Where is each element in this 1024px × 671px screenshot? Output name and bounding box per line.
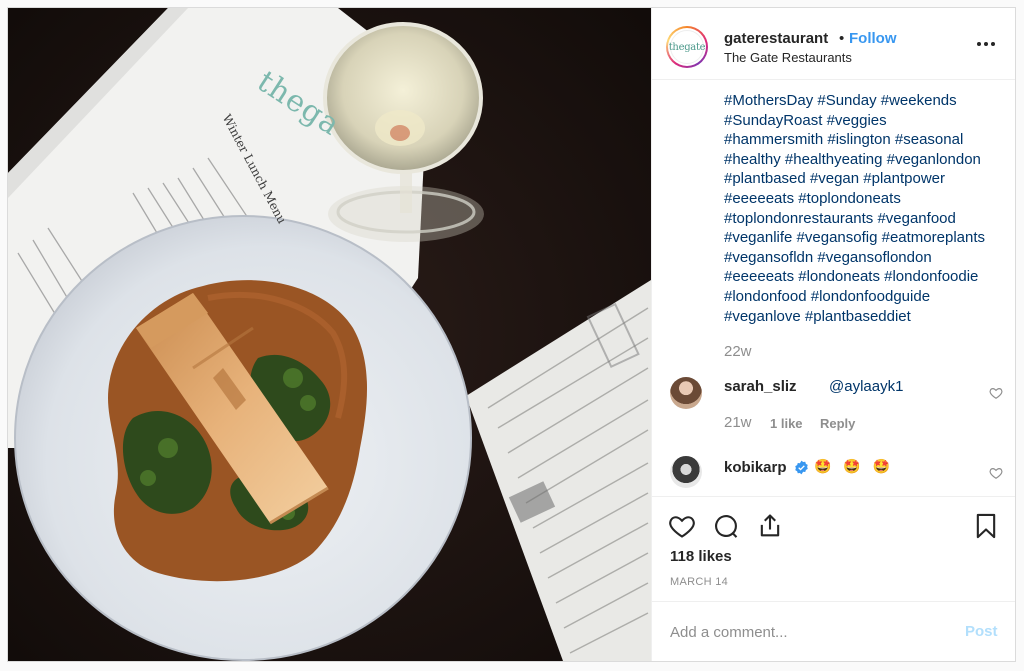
- instagram-post: thega Winter Lunch Menu thegate gaterest…: [7, 7, 1016, 662]
- reply-button[interactable]: Reply: [820, 416, 855, 431]
- post-date[interactable]: MARCH 14: [670, 576, 728, 588]
- comment-likes[interactable]: 1 like: [770, 416, 803, 431]
- bookmark-icon[interactable]: [972, 512, 1000, 540]
- likes-count[interactable]: 118 likes: [670, 548, 732, 565]
- commenter-avatar[interactable]: [670, 456, 702, 488]
- comments-scroll-area[interactable]: #MothersDay #Sunday #weekends #SundayRoa…: [652, 81, 1015, 497]
- comment-username[interactable]: sarah_sliz: [724, 378, 797, 395]
- hashtag-line[interactable]: #plantbased #vegan #plantpower: [724, 169, 1009, 189]
- hashtag-line[interactable]: #eeeeeats #toplondoneats: [724, 189, 1009, 209]
- caption-hashtags: #MothersDay #Sunday #weekends #SundayRoa…: [724, 91, 1009, 326]
- profile-avatar[interactable]: thegate: [666, 26, 708, 68]
- verified-badge-icon: [795, 460, 808, 475]
- account-subtitle[interactable]: The Gate Restaurants: [724, 50, 852, 65]
- comment-age[interactable]: 21w: [724, 414, 752, 431]
- post-comment-button[interactable]: Post: [965, 623, 998, 640]
- comment-icon[interactable]: [712, 512, 740, 540]
- comment-input[interactable]: [670, 622, 940, 642]
- commenter-avatar[interactable]: [670, 377, 702, 409]
- header-separator: •: [839, 30, 845, 47]
- hashtag-line[interactable]: #toplondonrestaurants #veganfood: [724, 209, 1009, 229]
- comment-username[interactable]: kobikarp: [724, 459, 787, 476]
- follow-button[interactable]: Follow: [849, 30, 897, 47]
- post-photo[interactable]: thega Winter Lunch Menu: [8, 8, 651, 661]
- action-bar: [652, 508, 1015, 544]
- comment-age[interactable]: 19w: [724, 494, 752, 496]
- comment-emojis: 🤩 🤩 🤩: [814, 458, 895, 474]
- hashtag-line[interactable]: #veganlife #vegansofig #eatmoreplants: [724, 228, 1009, 248]
- hashtag-line[interactable]: #eeeeeats #londoneats #londonfoodie: [724, 267, 1009, 287]
- comment-mention[interactable]: @aylaayk1: [829, 378, 903, 395]
- post-header: thegate gaterestaurant • Follow The Gate…: [652, 8, 1015, 80]
- caption-age[interactable]: 22w: [724, 343, 752, 360]
- add-comment-bar: Post: [652, 601, 1015, 661]
- heart-icon[interactable]: [668, 512, 696, 540]
- share-icon[interactable]: [756, 512, 784, 540]
- hashtag-line[interactable]: #SundayRoast #veggies: [724, 111, 1009, 131]
- hashtag-line[interactable]: #hammersmith #islington #seasonal: [724, 130, 1009, 150]
- comment-heart-icon[interactable]: [989, 466, 1003, 480]
- hashtag-line[interactable]: #veganlove #plantbaseddiet: [724, 307, 1009, 327]
- hashtag-line[interactable]: #vegansofldn #vegansoflondon: [724, 248, 1009, 268]
- hashtag-line[interactable]: #londonfood #londonfoodguide: [724, 287, 1009, 307]
- more-options-icon[interactable]: [974, 34, 998, 54]
- avatar-logo: thegate: [669, 30, 706, 64]
- comment-heart-icon[interactable]: [989, 386, 1003, 400]
- post-side-panel: thegate gaterestaurant • Follow The Gate…: [651, 8, 1015, 661]
- username-link[interactable]: gaterestaurant: [724, 30, 828, 47]
- hashtag-line[interactable]: #MothersDay #Sunday #weekends: [724, 91, 1009, 111]
- hashtag-line[interactable]: #healthy #healthyeating #veganlondon: [724, 150, 1009, 170]
